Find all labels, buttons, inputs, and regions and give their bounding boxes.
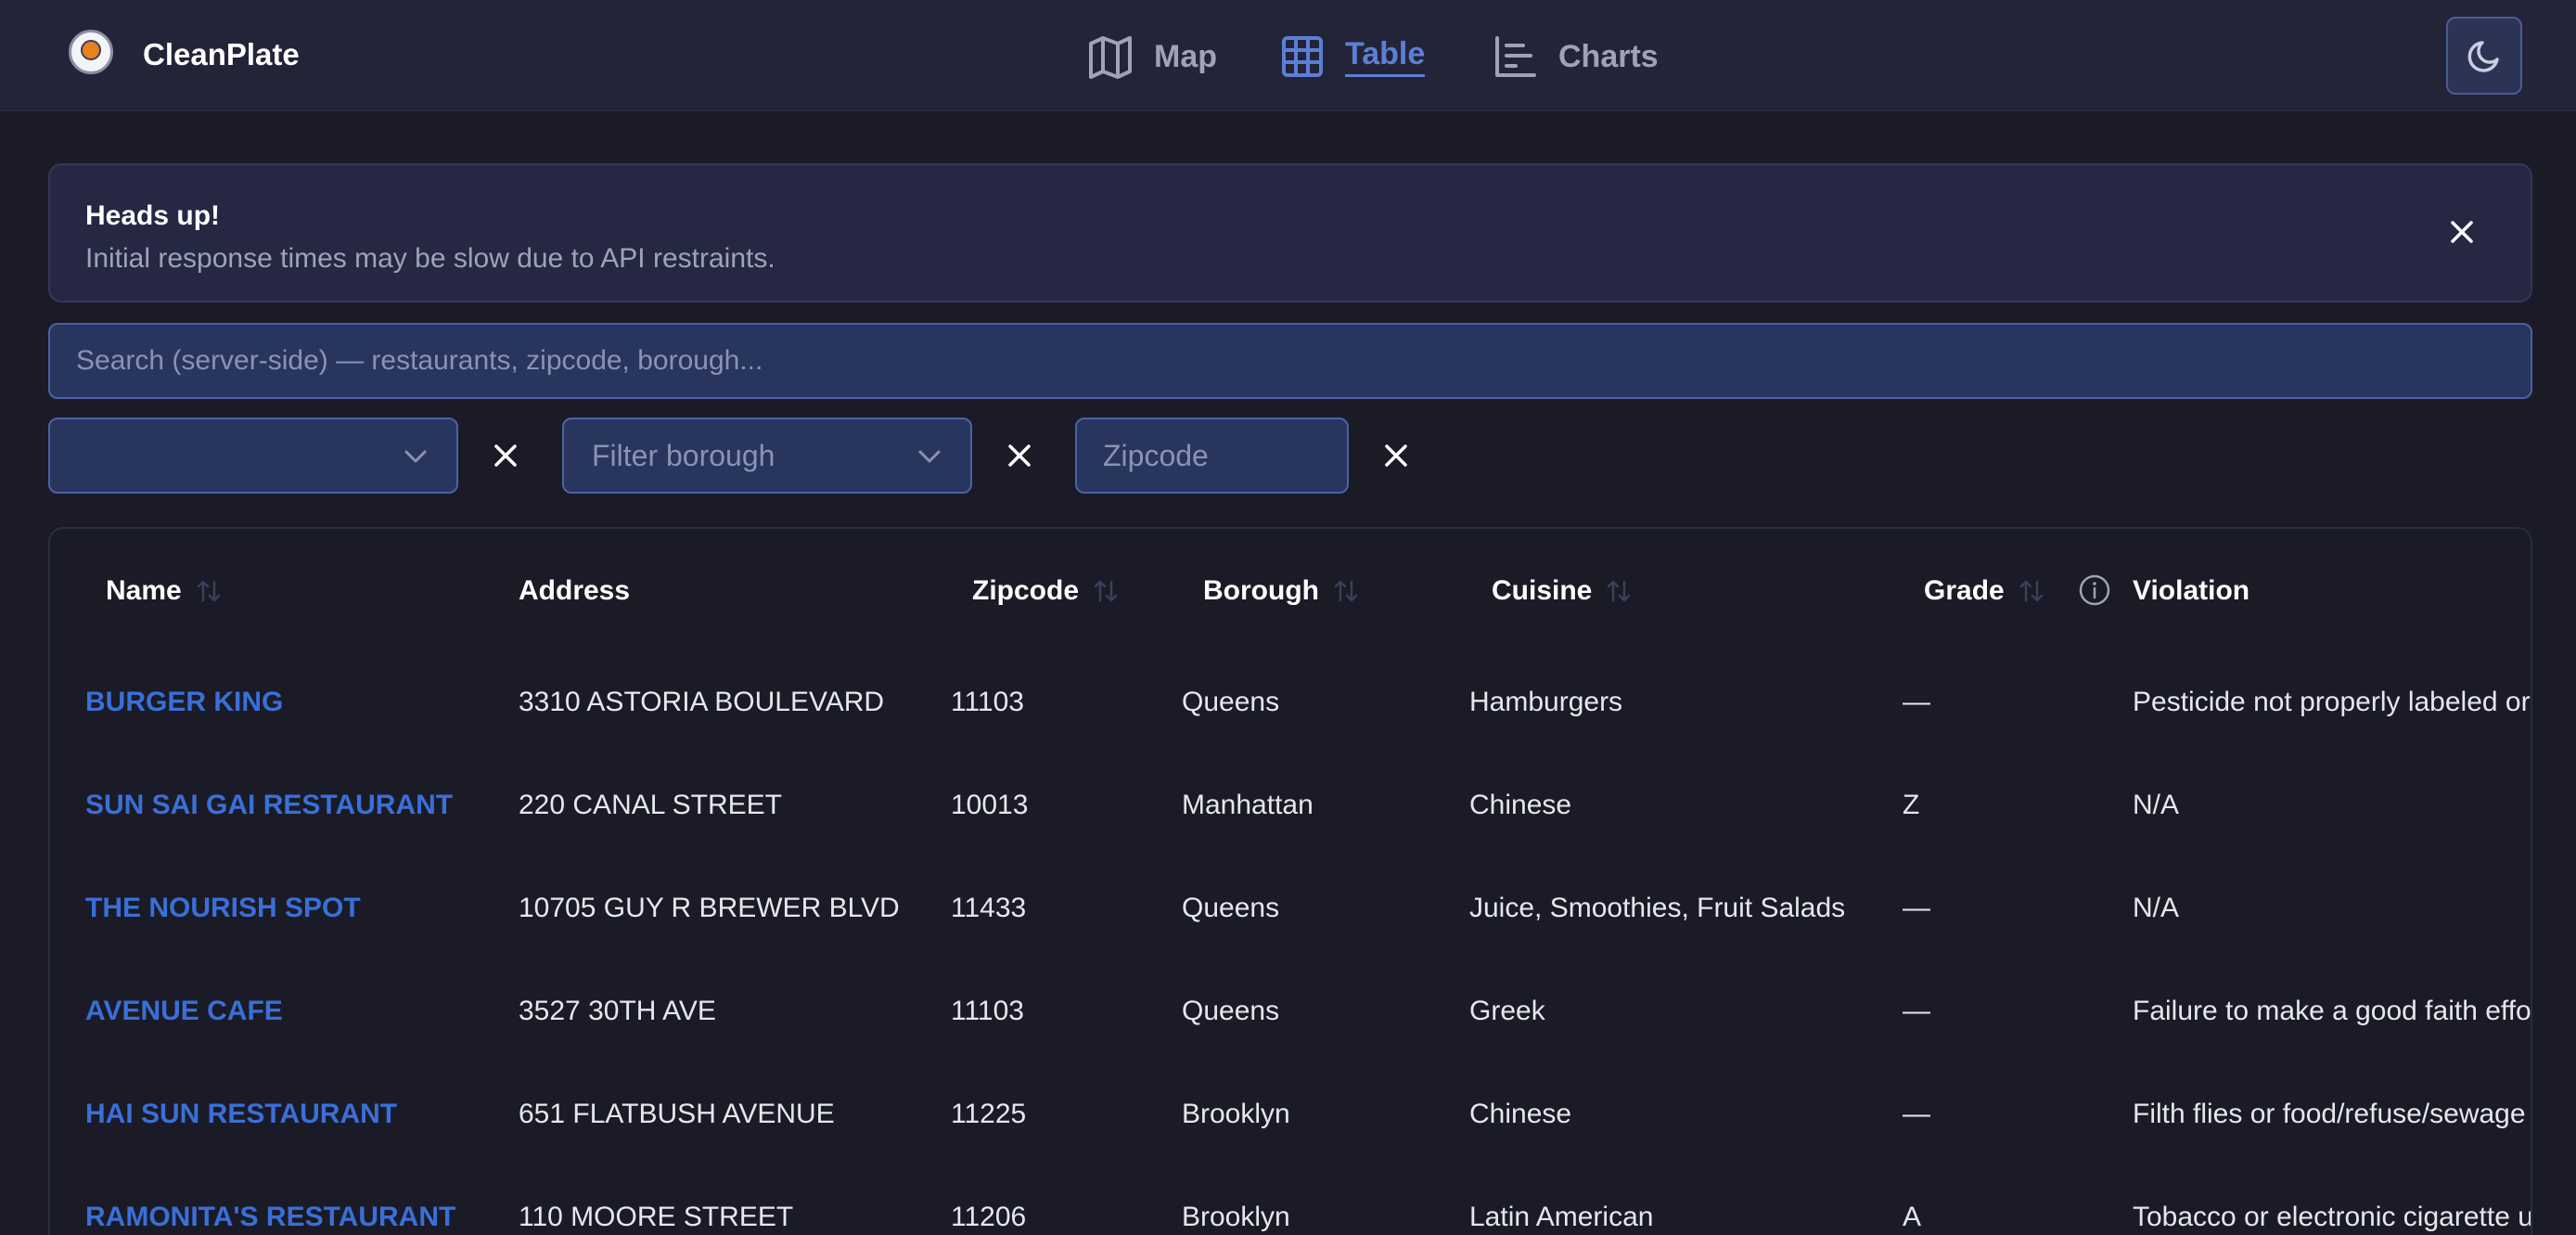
cell-violation: Filth flies or food/refuse/sewage a xyxy=(2133,1099,2532,1129)
nav-table[interactable]: Table xyxy=(1280,33,1426,80)
cell-zipcode: 11225 xyxy=(951,1099,1027,1129)
top-navbar: CleanPlate Map Table Charts xyxy=(0,0,2576,111)
cell-violation: N/A xyxy=(2133,790,2180,820)
cell-violation: Failure to make a good faith effort xyxy=(2133,996,2532,1026)
map-icon xyxy=(1089,36,1132,79)
alert-message: Initial response times may be slow due t… xyxy=(85,243,775,274)
restaurant-name-link[interactable]: AVENUE CAFE xyxy=(85,996,283,1027)
chevron-down-icon xyxy=(918,450,941,463)
brand-name[interactable]: CleanPlate xyxy=(143,37,300,72)
restaurant-name-link[interactable]: BURGER KING xyxy=(85,687,283,718)
cell-grade: A xyxy=(1903,1202,1922,1232)
chevron-down-icon xyxy=(404,450,427,463)
cell-address: 651 FLATBUSH AVENUE xyxy=(519,1099,835,1129)
cell-cuisine: Hamburgers xyxy=(1469,687,1623,717)
theme-toggle-button[interactable] xyxy=(2446,17,2522,95)
column-header-label: Violation xyxy=(2133,575,2250,606)
nav-map-label: Map xyxy=(1154,38,1217,74)
alert-title: Heads up! xyxy=(85,200,221,231)
cell-cuisine: Greek xyxy=(1469,996,1545,1026)
restaurant-name-link[interactable]: SUN SAI GAI RESTAURANT xyxy=(85,790,453,821)
sort-icon[interactable] xyxy=(195,577,223,605)
column-header-name[interactable]: Name xyxy=(106,575,223,607)
alert-banner: Heads up! Initial response times may be … xyxy=(48,163,2532,302)
cell-borough: Queens xyxy=(1182,687,1280,717)
cell-borough: Manhattan xyxy=(1182,790,1314,820)
cell-grade: — xyxy=(1903,687,1930,717)
column-header-borough[interactable]: Borough xyxy=(1203,575,1360,607)
cell-zipcode: 11103 xyxy=(951,996,1024,1026)
zipcode-input[interactable] xyxy=(1075,418,1349,494)
column-header-label: Name xyxy=(106,575,182,606)
column-header-label: Cuisine xyxy=(1492,575,1593,606)
cell-zipcode: 11433 xyxy=(951,893,1027,923)
restaurant-name-link[interactable]: HAI SUN RESTAURANT xyxy=(85,1099,397,1130)
column-header-label: Grade xyxy=(1924,575,2005,606)
column-header-label: Zipcode xyxy=(972,575,1080,606)
sort-icon[interactable] xyxy=(1092,577,1120,605)
cell-violation: N/A xyxy=(2133,893,2180,923)
column-header-address: Address xyxy=(519,575,630,607)
cell-cuisine: Chinese xyxy=(1469,1099,1572,1129)
cell-cuisine: Juice, Smoothies, Fruit Salads xyxy=(1469,893,1846,923)
nav-charts[interactable]: Charts xyxy=(1493,33,1659,80)
cell-borough: Queens xyxy=(1182,893,1280,923)
cell-grade: — xyxy=(1903,893,1930,923)
cell-zipcode: 11103 xyxy=(951,687,1024,717)
cell-zipcode: 10013 xyxy=(951,790,1029,820)
cell-address: 3310 ASTORIA BOULEVARD xyxy=(519,687,885,717)
cell-address: 220 CANAL STREET xyxy=(519,790,782,820)
restaurant-name-link[interactable]: THE NOURISH SPOT xyxy=(85,893,361,924)
cell-grade: — xyxy=(1903,996,1930,1026)
info-icon[interactable] xyxy=(2078,573,2111,607)
cell-address: 3527 30TH AVE xyxy=(519,996,716,1026)
cell-grade: Z xyxy=(1903,790,1920,820)
column-header-label: Borough xyxy=(1203,575,1319,606)
column-header-grade[interactable]: Grade xyxy=(1924,575,2045,607)
close-icon[interactable] xyxy=(2443,213,2480,251)
cleanplate-logo-icon[interactable] xyxy=(69,30,113,74)
sort-icon[interactable] xyxy=(1332,577,1360,605)
nav-table-label: Table xyxy=(1345,36,1426,77)
cell-borough: Brooklyn xyxy=(1182,1202,1290,1232)
cell-cuisine: Chinese xyxy=(1469,790,1572,820)
cell-borough: Queens xyxy=(1182,996,1280,1026)
moon-icon xyxy=(2467,41,2499,72)
column-header-violation: Violation xyxy=(2133,575,2249,607)
cell-borough: Brooklyn xyxy=(1182,1099,1290,1129)
clear-filter-icon[interactable] xyxy=(488,438,523,473)
search-input[interactable] xyxy=(48,323,2532,399)
cell-address: 110 MOORE STREET xyxy=(519,1202,794,1232)
restaurant-name-link[interactable]: RAMONITA'S RESTAURANT xyxy=(85,1202,455,1233)
nav-charts-label: Charts xyxy=(1558,38,1659,74)
cell-cuisine: Latin American xyxy=(1469,1202,1654,1232)
column-header-cuisine[interactable]: Cuisine xyxy=(1492,575,1633,607)
chart-icon xyxy=(1495,36,1536,77)
borough-select-placeholder: Filter borough xyxy=(592,438,775,472)
filter-select[interactable] xyxy=(48,418,458,494)
restaurants-table: Name Address Zipcode Borough Cuisine Gra… xyxy=(48,527,2532,1235)
cell-violation: Tobacco or electronic cigarette use xyxy=(2133,1202,2532,1232)
cell-grade: — xyxy=(1903,1099,1930,1129)
borough-select[interactable]: Filter borough xyxy=(562,418,972,494)
cell-violation: Pesticide not properly labeled or us xyxy=(2133,687,2532,717)
table-icon xyxy=(1282,36,1323,77)
column-header-zipcode[interactable]: Zipcode xyxy=(972,575,1120,607)
clear-zipcode-icon[interactable] xyxy=(1378,438,1414,473)
nav-map[interactable]: Map xyxy=(1087,33,1217,80)
column-header-label: Address xyxy=(519,575,631,606)
cell-zipcode: 11206 xyxy=(951,1202,1027,1232)
sort-icon[interactable] xyxy=(1605,577,1633,605)
sort-icon[interactable] xyxy=(2018,577,2045,605)
cell-address: 10705 GUY R BREWER BLVD xyxy=(519,893,900,923)
clear-borough-icon[interactable] xyxy=(1002,438,1037,473)
